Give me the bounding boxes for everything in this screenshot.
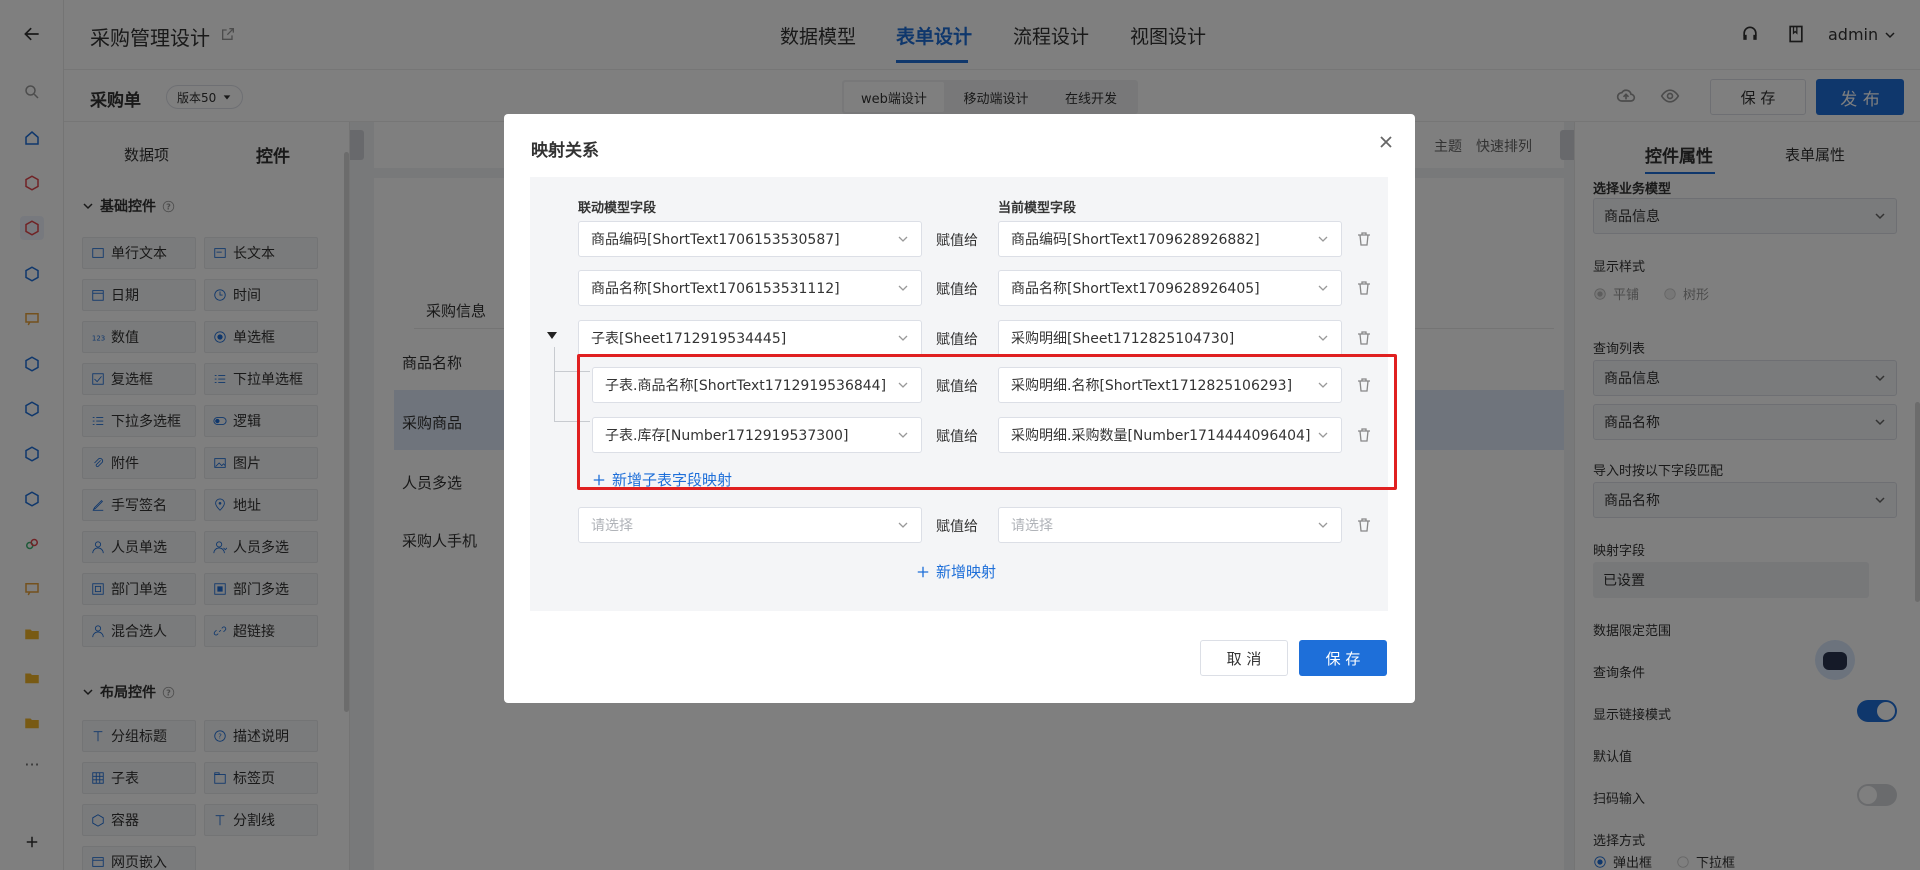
close-icon[interactable] xyxy=(1378,134,1394,154)
chevron-down-icon xyxy=(1318,285,1328,291)
chevron-down-icon xyxy=(898,236,908,242)
tree-line-vertical xyxy=(554,347,555,421)
target-field-select-empty[interactable]: 请选择 xyxy=(998,507,1342,543)
target-field-select[interactable]: 商品编码[ShortText1709628926882] xyxy=(998,221,1342,257)
source-field-value: 商品名称[ShortText1706153531112] xyxy=(591,281,840,297)
cancel-button[interactable]: 取 消 xyxy=(1200,640,1288,676)
mapping-dialog: 映射关系 联动模型字段 当前模型字段 商品编码[ShortText1706153… xyxy=(504,114,1415,703)
source-field-select[interactable]: 商品名称[ShortText1706153531112] xyxy=(578,270,922,306)
dialog-save-button[interactable]: 保 存 xyxy=(1299,640,1387,676)
target-field-value: 商品名称[ShortText1709628926405] xyxy=(1011,281,1260,297)
source-field-select-empty[interactable]: 请选择 xyxy=(578,507,922,543)
chevron-down-icon xyxy=(1318,236,1328,242)
target-subtable-select[interactable]: 采购明细[Sheet1712825104730] xyxy=(998,320,1342,356)
add-mapping-link[interactable]: 新增映射 xyxy=(916,561,996,582)
delete-trash-icon[interactable] xyxy=(1356,330,1372,346)
target-field-value: 商品编码[ShortText1709628926882] xyxy=(1011,232,1260,248)
delete-trash-icon[interactable] xyxy=(1356,231,1372,247)
source-subtable-select[interactable]: 子表[Sheet1712919534445] xyxy=(578,320,922,356)
chevron-down-icon xyxy=(898,335,908,341)
chevron-down-icon xyxy=(898,522,908,528)
plus-icon xyxy=(917,566,929,577)
add-mapping-label: 新增映射 xyxy=(936,563,997,581)
chevron-down-icon xyxy=(898,285,908,291)
highlight-annotation-box xyxy=(577,354,1397,490)
assign-label: 赋值给 xyxy=(936,332,978,348)
source-field-value: 子表[Sheet1712919534445] xyxy=(591,331,787,347)
collapse-triangle-icon[interactable] xyxy=(546,329,558,341)
source-placeholder: 请选择 xyxy=(591,518,633,534)
source-column-header: 联动模型字段 xyxy=(578,201,657,216)
source-field-value: 商品编码[ShortText1706153530587] xyxy=(591,232,840,248)
source-field-select[interactable]: 商品编码[ShortText1706153530587] xyxy=(578,221,922,257)
target-column-header: 当前模型字段 xyxy=(998,201,1077,216)
delete-trash-icon[interactable] xyxy=(1356,517,1372,533)
target-field-select[interactable]: 商品名称[ShortText1709628926405] xyxy=(998,270,1342,306)
target-field-value: 采购明细[Sheet1712825104730] xyxy=(1011,331,1235,347)
chevron-down-icon xyxy=(1318,335,1328,341)
assign-label: 赋值给 xyxy=(936,282,978,298)
chevron-down-icon xyxy=(1318,522,1328,528)
assign-label: 赋值给 xyxy=(936,233,978,249)
mapping-body: 联动模型字段 当前模型字段 商品编码[ShortText170615353058… xyxy=(530,177,1397,611)
delete-trash-icon[interactable] xyxy=(1356,280,1372,296)
assign-label: 赋值给 xyxy=(936,519,978,535)
dialog-title: 映射关系 xyxy=(531,141,599,161)
target-placeholder: 请选择 xyxy=(1011,518,1053,534)
